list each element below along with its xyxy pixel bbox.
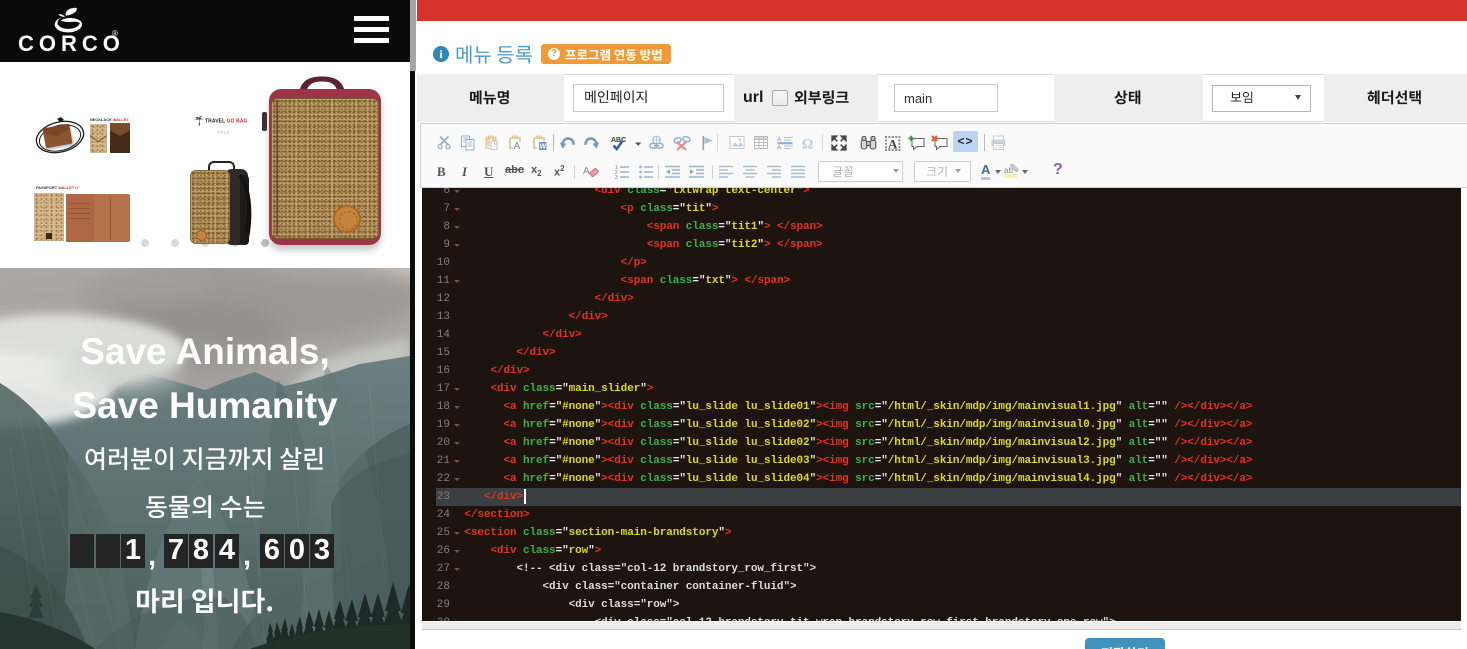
svg-text:PASSPORT WALLET IV: PASSPORT WALLET IV	[36, 185, 79, 190]
svg-text:3: 3	[615, 175, 618, 179]
svg-text:A: A	[777, 145, 782, 151]
svg-text:Ω: Ω	[802, 137, 814, 152]
svg-text:TRAVEL GO BAG: TRAVEL GO BAG	[205, 119, 247, 125]
svg-text:A: A	[514, 141, 521, 151]
svg-text:NECKLACE WALLET: NECKLACE WALLET	[90, 117, 129, 122]
svg-text:SALE: SALE	[217, 131, 230, 135]
svg-text:A: A	[583, 166, 590, 177]
svg-text:ABC: ABC	[611, 137, 626, 144]
svg-text:A: A	[888, 137, 898, 152]
svg-text:W: W	[539, 144, 546, 151]
